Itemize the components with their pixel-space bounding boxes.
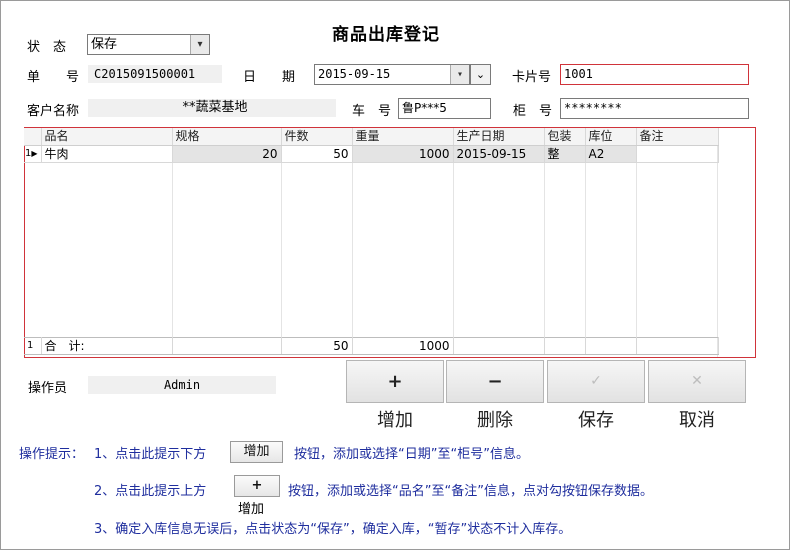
cell-spec[interactable]: 20 xyxy=(172,145,282,163)
cell-date[interactable]: 2015-09-15 xyxy=(453,145,545,163)
hint-prefix: 操作提示： xyxy=(19,447,85,462)
check-icon: ✓ xyxy=(590,373,602,389)
grid-table: 品名 规格 件数 重量 生产日期 包装 库位 备注 1▶ 牛肉 20 50 10… xyxy=(24,128,719,163)
hint-plus-button-caption: 增加 xyxy=(238,502,265,517)
column-header[interactable]: 品名 xyxy=(41,128,173,146)
totals-row: 1 合 计: 50 1000 xyxy=(24,337,719,355)
footer-row-number: 1 xyxy=(24,337,42,355)
status-label: 状 态 xyxy=(27,40,67,55)
operator-value: Admin xyxy=(88,376,276,394)
cell-name[interactable]: 牛肉 xyxy=(41,145,173,163)
totals-count: 50 xyxy=(281,337,353,355)
grid-column-line xyxy=(585,163,586,338)
cell-pack[interactable]: 整 xyxy=(544,145,586,163)
delete-button[interactable]: − xyxy=(446,360,544,403)
items-grid[interactable]: 品名 规格 件数 重量 生产日期 包装 库位 备注 1▶ 牛肉 20 50 10… xyxy=(24,127,756,358)
doc-no-label: 单 号 xyxy=(27,70,80,85)
hint-line1-b: 按钮，添加或选择“日期”至“柜号”信息。 xyxy=(294,447,529,462)
grid-header-row: 品名 规格 件数 重量 生产日期 包装 库位 备注 xyxy=(24,128,719,146)
column-header[interactable]: 生产日期 xyxy=(453,128,545,146)
delete-button-label: 删除 xyxy=(477,410,513,431)
row-header[interactable]: 1▶ xyxy=(24,145,42,163)
column-header[interactable]: 件数 xyxy=(281,128,353,146)
cancel-button[interactable]: ✕ xyxy=(648,360,746,403)
totals-spec xyxy=(172,337,282,355)
grid-column-line xyxy=(352,163,353,338)
column-header[interactable]: 规格 xyxy=(172,128,282,146)
column-header[interactable]: 重量 xyxy=(352,128,454,146)
totals-empty xyxy=(544,337,586,355)
card-label: 卡片号 xyxy=(512,70,552,85)
close-icon: ✕ xyxy=(691,373,703,389)
totals-empty xyxy=(453,337,545,355)
grid-column-line xyxy=(281,163,282,338)
card-input[interactable]: 1001 xyxy=(560,64,749,85)
cell-location[interactable]: A2 xyxy=(585,145,637,163)
hint-line2-b: 按钮，添加或选择“品名”至“备注”信息，点对勾按钮保存数据。 xyxy=(288,484,653,499)
chevron-down-icon[interactable]: ▾ xyxy=(450,65,469,84)
grid-footer: 1 合 计: 50 1000 xyxy=(24,337,719,355)
row-header-corner xyxy=(24,128,42,146)
column-header[interactable]: 库位 xyxy=(585,128,637,146)
customer-value: **蔬菜基地 xyxy=(88,99,336,117)
date-label: 日 期 xyxy=(243,70,296,85)
grid-column-line xyxy=(544,163,545,338)
chevron-down-icon: ⌄ xyxy=(475,68,486,81)
cell-note[interactable] xyxy=(636,145,719,163)
hint-line3: 3、确定入库信息无误后，点击状态为“保存”，确定入库，“暂存”状态不计入库存。 xyxy=(94,522,572,537)
date-value: 2015-09-15 xyxy=(318,67,391,81)
hint-line2-a: 2、点击此提示上方 xyxy=(94,484,207,499)
doc-no-value: C2015091500001 xyxy=(88,65,222,83)
totals-empty xyxy=(636,337,719,355)
page-title: 商品出库登记 xyxy=(332,25,440,45)
customer-label: 客户名称 xyxy=(27,104,80,119)
status-value: 保存 xyxy=(91,37,118,52)
cell-weight[interactable]: 1000 xyxy=(352,145,454,163)
status-select[interactable]: 保存 ▾ xyxy=(87,34,210,55)
plate-label: 车 号 xyxy=(352,104,392,119)
plate-input[interactable]: 鲁P***5 xyxy=(398,98,491,119)
operator-label: 操作员 xyxy=(28,381,68,396)
grid-column-line xyxy=(636,163,637,338)
cabinet-input[interactable]: ******** xyxy=(560,98,749,119)
column-header[interactable]: 包装 xyxy=(544,128,586,146)
minus-icon: − xyxy=(487,371,503,392)
plus-icon: + xyxy=(387,371,403,392)
triangle-right-icon: ▶ xyxy=(31,148,38,158)
date-select[interactable]: 2015-09-15 ▾ xyxy=(314,64,470,85)
totals-empty xyxy=(585,337,637,355)
add-button[interactable]: + xyxy=(346,360,444,403)
table-row[interactable]: 1▶ 牛肉 20 50 1000 2015-09-15 整 A2 xyxy=(24,145,719,163)
save-button[interactable]: ✓ xyxy=(547,360,645,403)
add-button-label: 增加 xyxy=(377,410,413,431)
cabinet-label: 柜 号 xyxy=(513,104,553,119)
date-picker-button[interactable]: ⌄ xyxy=(470,64,491,85)
column-header[interactable]: 备注 xyxy=(636,128,719,146)
grid-column-line xyxy=(172,163,173,338)
totals-weight: 1000 xyxy=(352,337,454,355)
cell-count[interactable]: 50 xyxy=(281,145,353,163)
chevron-down-icon[interactable]: ▾ xyxy=(190,35,209,54)
save-button-label: 保存 xyxy=(578,410,614,431)
hint-plus-button[interactable]: + xyxy=(234,475,280,497)
cancel-button-label: 取消 xyxy=(679,410,715,431)
totals-label: 合 计: xyxy=(41,337,173,355)
grid-column-line xyxy=(453,163,454,338)
hint-line1-a: 1、点击此提示下方 xyxy=(94,447,207,462)
hint-add-button[interactable]: 增加 xyxy=(230,441,283,463)
